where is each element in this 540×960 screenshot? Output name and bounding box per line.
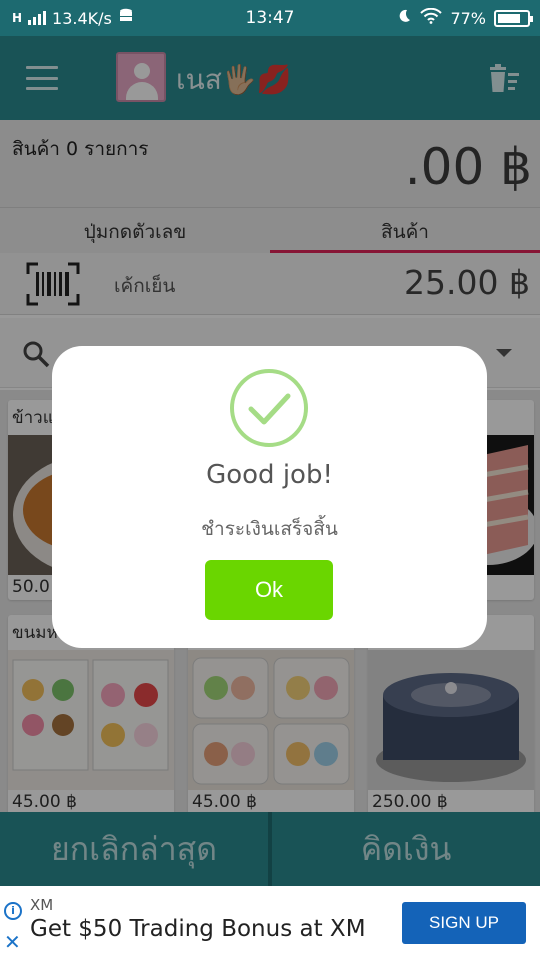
- dialog-message: ชำระเงินเสร็จสิ้น: [201, 518, 338, 540]
- status-bar: H 13.4K/s 13:47 77%: [0, 0, 540, 36]
- battery-fill: [498, 13, 520, 23]
- ad-brand: XM: [30, 896, 54, 914]
- battery-percent: 77%: [450, 8, 486, 28]
- moon-icon: [396, 8, 412, 28]
- dialog-title: Good job!: [206, 460, 333, 490]
- sign-up-button[interactable]: SIGN UP: [402, 902, 526, 944]
- wifi-icon: [420, 7, 443, 28]
- success-dialog: Good job! ชำระเงินเสร็จสิ้น Ok: [52, 346, 487, 648]
- check-circle-icon: [229, 368, 309, 448]
- close-icon[interactable]: ✕: [4, 930, 21, 954]
- ad-headline[interactable]: Get $50 Trading Bonus at XM: [30, 916, 366, 942]
- battery-icon: [494, 9, 533, 27]
- ad-banner[interactable]: i ✕ XM Get $50 Trading Bonus at XM SIGN …: [0, 886, 540, 960]
- ok-button[interactable]: Ok: [205, 560, 333, 620]
- ad-info-icon[interactable]: i: [4, 902, 22, 920]
- status-right: 77%: [396, 7, 533, 28]
